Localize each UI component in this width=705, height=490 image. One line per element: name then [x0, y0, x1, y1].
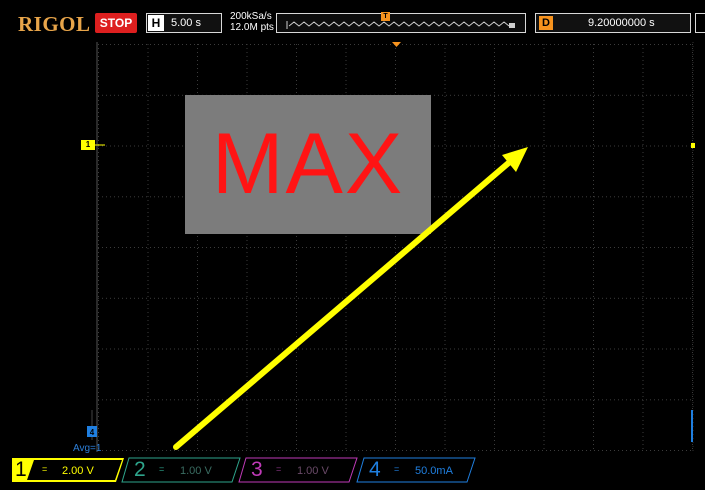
channel4-coupling-icon: = — [394, 464, 400, 474]
channel2-coupling-icon: = — [159, 464, 165, 474]
channel4-number: 4 — [369, 458, 381, 481]
channel-tabs-frame — [12, 457, 476, 483]
channel2-scale: 1.00 V — [180, 465, 212, 477]
channel3-number: 3 — [251, 458, 263, 481]
arrow-shaft — [173, 157, 515, 450]
channel3-coupling-icon: = — [276, 464, 282, 474]
channel1-coupling-icon: = — [42, 464, 48, 474]
arrow-annotation — [173, 147, 528, 450]
channel-bar: 1 = 2.00 V 2 = 1.00 V 3 = 1.00 V 4 = 50.… — [12, 456, 705, 484]
channel2-number: 2 — [134, 458, 146, 481]
oscilloscope-screen: RIGOL STOP H 5.00 s 200kSa/s 12.0M pts T… — [0, 0, 705, 490]
channel3-scale: 1.00 V — [297, 465, 329, 477]
channel4-scale: 50.0mA — [415, 465, 453, 477]
channel1-number: 1 — [15, 458, 27, 481]
channel1-scale: 2.00 V — [62, 465, 94, 477]
